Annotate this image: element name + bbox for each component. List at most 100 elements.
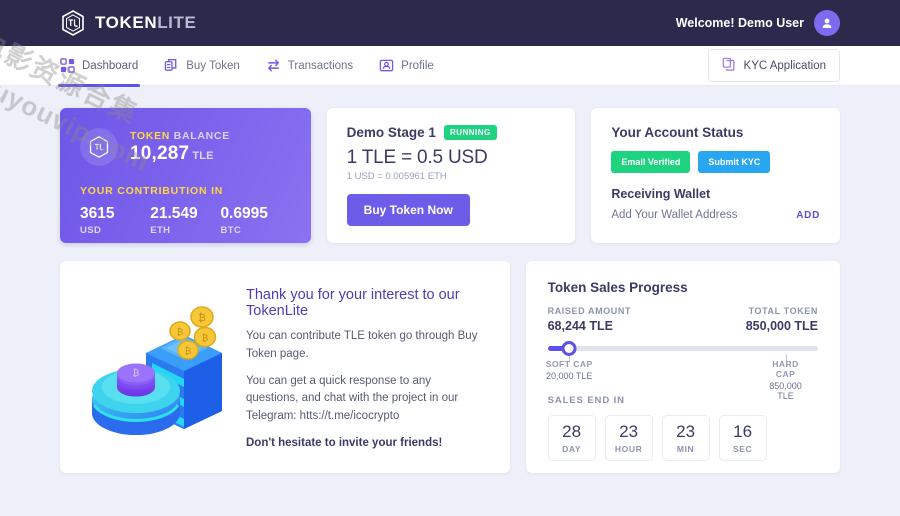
hard-cap-marker: HARD CAP 850,000 TLE [769, 359, 802, 401]
contribution-item: 3615 USD [80, 205, 150, 236]
token-balance-card: TOKEN BALANCE 10,287 TLE YOUR CONTRIBUTIO… [60, 108, 311, 243]
user-icon [822, 18, 832, 28]
nav-item-label: Profile [401, 59, 434, 72]
nav-item-transactions[interactable]: Transactions [266, 46, 353, 86]
email-verified-badge[interactable]: Email Verified [611, 151, 691, 173]
nav-items: Dashboard Buy Token Transactions Profile [57, 46, 434, 87]
total-token-label: TOTAL TOKEN [748, 306, 818, 316]
contribution-label: YOUR CONTRIBUTION IN [80, 185, 224, 197]
welcome-paragraph-2: You can get a quick response to any ques… [246, 374, 459, 423]
top-header-bar: TOKENLITE Welcome! Demo User [0, 0, 900, 46]
timer-value: 23 [619, 421, 639, 441]
welcome-title: Thank you for your interest to our Token… [246, 287, 460, 319]
token-rate-secondary: 1 USD = 0.005961 ETH [346, 171, 447, 182]
contribution-value: 21.549 [150, 205, 198, 222]
nav-item-label: Buy Token [186, 59, 240, 72]
brand-logo[interactable]: TOKENLITE [60, 9, 196, 37]
balance-header: TOKEN BALANCE 10,287 TLE [80, 128, 291, 166]
buy-token-now-button[interactable]: Buy Token Now [346, 194, 470, 226]
hard-cap-label: HARD CAP [772, 359, 799, 379]
isometric-token-stack-illustration: ₿ ₿ ₿ ₿ ₿ [84, 283, 234, 451]
nav-item-dashboard[interactable]: Dashboard [57, 46, 141, 87]
stage-name: Demo Stage 1 [346, 125, 436, 140]
total-token-block: TOTAL TOKEN 850,000 TLE [746, 306, 818, 333]
timer-label: SEC [732, 443, 753, 454]
contribution-item: 0.6995 BTC [220, 205, 290, 236]
nav-item-label: Dashboard [82, 59, 139, 72]
welcome-label: Welcome! Demo User [675, 16, 804, 30]
wallet-row: Add Your Wallet Address ADD [611, 209, 820, 221]
user-welcome-area[interactable]: Welcome! Demo User [676, 10, 840, 36]
progress-slider[interactable] [547, 341, 818, 362]
dashboard-content: TOKEN BALANCE 10,287 TLE YOUR CONTRIBUTIO… [0, 86, 900, 473]
account-status-card: Your Account Status Email Verified Submi… [591, 108, 840, 243]
raised-amount-block: RAISED AMOUNT 68,244 TLE [548, 306, 631, 333]
user-card-icon [379, 58, 394, 73]
timer-value: 16 [733, 421, 753, 441]
timer-box-min: 23 MIN [661, 415, 710, 461]
balance-title-strong: TOKEN [130, 129, 171, 142]
soft-cap-marker: SOFT CAP 20,000 TLE [546, 359, 593, 381]
brand-name-light: LITE [157, 13, 197, 32]
soft-cap-label: SOFT CAP [545, 359, 593, 369]
timer-value: 28 [562, 421, 582, 441]
timer-label: HOUR [614, 443, 643, 454]
progress-amounts: RAISED AMOUNT 68,244 TLE TOTAL TOKEN 850… [548, 306, 818, 333]
contribution-unit: ETH [150, 225, 171, 236]
status-badge: RUNNING [443, 125, 497, 140]
account-status-title: Your Account Status [611, 125, 744, 140]
contribution-values: 3615 USD 21.549 ETH 0.6995 BTC [80, 205, 291, 236]
kyc-application-button[interactable]: KYC Application [707, 49, 840, 82]
token-cube-icon [80, 128, 118, 166]
svg-text:₿: ₿ [198, 312, 205, 324]
welcome-paragraph-3: Don't hesitate to invite your friends! [246, 437, 443, 450]
copy-document-icon [722, 57, 736, 74]
progress-track [547, 346, 818, 351]
avatar[interactable] [814, 10, 840, 36]
token-cube-logo-icon [60, 9, 86, 37]
balance-amount: 10,287 [130, 142, 190, 164]
timer-box-day: 28 DAY [547, 415, 596, 461]
balance-title-light: BALANCE [173, 129, 230, 142]
token-sales-progress-card: Token Sales Progress RAISED AMOUNT 68,24… [525, 261, 840, 473]
soft-cap-value: 20,000 TLE [546, 371, 593, 381]
token-rate: 1 TLE = 0.5 USD [346, 147, 488, 168]
timer-label: DAY [562, 443, 582, 454]
svg-text:₿: ₿ [185, 346, 192, 356]
nav-item-profile[interactable]: Profile [379, 46, 434, 86]
balance-amount-row: 10,287 TLE [130, 143, 230, 165]
dashboard-page: TOKENLITE Welcome! Demo User Dashboard B… [0, 0, 900, 516]
countdown-timer: 28 DAY 23 HOUR 23 MIN 16 SEC [547, 415, 818, 461]
svg-text:₿: ₿ [202, 333, 209, 343]
contribution-value: 0.6995 [220, 205, 268, 222]
nav-item-buy-token[interactable]: Buy Token [164, 46, 240, 86]
nav-item-label: Transactions [287, 59, 354, 72]
add-wallet-button[interactable]: ADD [796, 210, 820, 221]
main-navigation-bar: Dashboard Buy Token Transactions Profile… [0, 46, 900, 87]
balance-amount-unit: TLE [192, 149, 214, 162]
progress-knob[interactable] [561, 341, 577, 356]
status-badges: Email Verified Submit KYC [611, 151, 820, 173]
wallet-placeholder-text: Add Your Wallet Address [611, 209, 738, 221]
contribution-item: 21.549 ETH [150, 205, 220, 236]
total-token-value: 850,000 TLE [745, 319, 818, 333]
cap-markers: SOFT CAP 20,000 TLE HARD CAP 850,000 TLE [546, 359, 818, 401]
welcome-paragraph-1: You can contribute TLE token go through … [246, 330, 478, 360]
raised-amount-value: 68,244 TLE [547, 319, 613, 333]
timer-label: MIN [676, 443, 695, 454]
stage-header: Demo Stage 1 RUNNING [347, 125, 556, 140]
stage-rate-card: Demo Stage 1 RUNNING 1 TLE = 0.5 USD 1 U… [326, 108, 576, 243]
contribution-unit: USD [80, 225, 102, 236]
lower-cards-row: ₿ ₿ ₿ ₿ ₿ Thank you for your interest to… [60, 261, 840, 473]
welcome-text-body: Thank you for your interest to our Token… [246, 283, 486, 451]
exchange-arrows-icon [266, 58, 281, 73]
brand-text: TOKENLITE [95, 13, 196, 33]
submit-kyc-badge[interactable]: Submit KYC [698, 151, 771, 173]
timer-value: 23 [676, 421, 696, 441]
grid-icon [60, 58, 75, 73]
svg-text:₿: ₿ [133, 368, 140, 378]
coins-icon [164, 58, 179, 73]
welcome-message-card: ₿ ₿ ₿ ₿ ₿ Thank you for your interest to… [60, 261, 510, 473]
raised-amount-label: RAISED AMOUNT [547, 306, 632, 316]
balance-texts: TOKEN BALANCE 10,287 TLE [130, 130, 230, 165]
